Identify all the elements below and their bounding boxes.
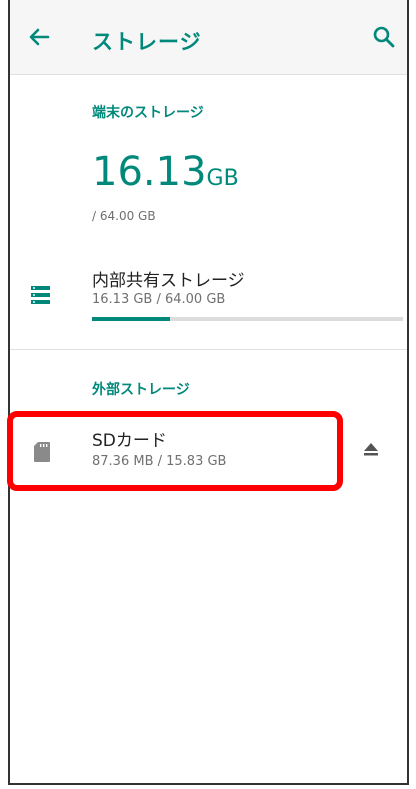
- sd-card-usage: 87.36 MB / 15.83 GB: [92, 454, 227, 469]
- screen-frame: ストレージ 端末のストレージ 16.13GB / 64.00 GB 内部共有スト…: [7, 0, 409, 785]
- device-storage-header: 端末のストレージ: [92, 105, 204, 121]
- internal-storage-progress: [92, 317, 403, 321]
- used-storage-value: 16.13GB: [92, 152, 239, 192]
- internal-shared-storage-item[interactable]: 内部共有ストレージ 16.13 GB / 64.00 GB: [10, 258, 407, 340]
- search-icon[interactable]: [371, 24, 397, 50]
- page-title: ストレージ: [92, 30, 202, 54]
- internal-storage-progress-fill: [92, 317, 171, 321]
- arrow-back-icon[interactable]: [24, 22, 54, 52]
- sd-card-icon: [33, 441, 51, 463]
- internal-storage-usage: 16.13 GB / 64.00 GB: [92, 292, 226, 307]
- used-storage-unit: GB: [206, 166, 239, 191]
- toolbar: ストレージ: [10, 0, 407, 75]
- eject-icon[interactable]: [361, 439, 381, 459]
- sd-card-item[interactable]: SDカード 87.36 MB / 15.83 GB: [10, 412, 407, 488]
- used-storage-number: 16.13: [92, 149, 207, 195]
- section-divider: [10, 349, 407, 350]
- external-storage-header: 外部ストレージ: [92, 382, 190, 398]
- internal-storage-title: 内部共有ストレージ: [92, 271, 245, 291]
- total-storage-text: / 64.00 GB: [92, 209, 156, 223]
- storage-list-icon: [30, 285, 52, 305]
- sd-card-title: SDカード: [92, 431, 167, 451]
